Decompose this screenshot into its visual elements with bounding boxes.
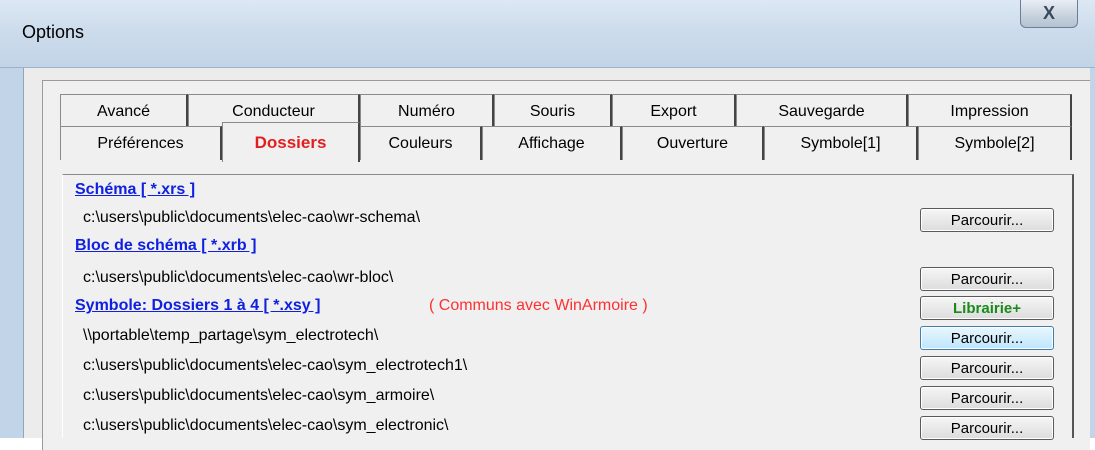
tab-symbole-2[interactable]: Symbole[2] <box>918 126 1072 160</box>
window-frame-right <box>1090 68 1095 438</box>
tab-ouverture[interactable]: Ouverture <box>622 126 764 160</box>
tab-label: Sauvegarde <box>778 102 865 120</box>
tab-label: Numéro <box>398 102 455 120</box>
tab-dossiers[interactable]: Dossiers <box>222 122 360 162</box>
path-schema: c:\users\public\documents\elec-cao\wr-sc… <box>83 209 421 226</box>
section-title-symbole[interactable]: Symbole: Dossiers 1 à 4 [ *.xsy ] <box>75 297 320 315</box>
browse-schema-button[interactable]: Parcourir... <box>920 208 1054 232</box>
tab-sauvegarde[interactable]: Sauvegarde <box>736 94 908 128</box>
window-title: Options <box>22 22 85 42</box>
tab-preferences[interactable]: Préférences <box>60 126 222 160</box>
tab-numero[interactable]: Numéro <box>360 94 494 128</box>
tab-label: Dossiers <box>254 132 327 152</box>
tab-label: Affichage <box>518 134 585 152</box>
path-bloc: c:\users\public\documents\elec-cao\wr-bl… <box>83 269 394 286</box>
browse-symbole-4-button[interactable]: Parcourir... <box>920 416 1054 440</box>
common-note: ( Communs avec WinArmoire ) <box>429 297 648 314</box>
browse-symbole-1-button[interactable]: Parcourir... <box>920 326 1054 350</box>
path-symbole-2: c:\users\public\documents\elec-cao\sym_e… <box>83 357 468 374</box>
tab-affichage[interactable]: Affichage <box>482 126 622 160</box>
tab-avance[interactable]: Avancé <box>60 94 188 128</box>
tab-souris[interactable]: Souris <box>494 94 612 128</box>
title-bar: Options X <box>0 0 1095 68</box>
browse-symbole-2-button[interactable]: Parcourir... <box>920 356 1054 380</box>
tab-label: Couleurs <box>388 134 453 152</box>
path-symbole-1: \\portable\temp_partage\sym_electrotech\ <box>83 327 379 344</box>
path-symbole-3: c:\users\public\documents\elec-cao\sym_a… <box>83 387 435 404</box>
tab-couleurs[interactable]: Couleurs <box>360 126 482 160</box>
close-icon: X <box>1042 3 1055 23</box>
tab-label: Impression <box>950 102 1029 120</box>
window-frame-left <box>0 68 24 438</box>
tab-label: Conducteur <box>232 102 315 120</box>
browse-bloc-button[interactable]: Parcourir... <box>920 267 1054 291</box>
tab-label: Préférences <box>97 134 184 152</box>
tab-export[interactable]: Export <box>612 94 736 128</box>
close-button[interactable]: X <box>1020 0 1078 28</box>
tab-label: Symbole[2] <box>954 134 1035 152</box>
tab-label: Symbole[1] <box>800 134 881 152</box>
tab-label: Souris <box>529 102 576 120</box>
tab-label: Ouverture <box>656 134 729 152</box>
dossiers-panel: Schéma [ *.xrs ] c:\users\public\documen… <box>62 174 1074 440</box>
browse-symbole-3-button[interactable]: Parcourir... <box>920 386 1054 410</box>
path-symbole-4: c:\users\public\documents\elec-cao\sym_e… <box>83 417 449 434</box>
tab-label: Avancé <box>96 102 151 120</box>
section-title-bloc[interactable]: Bloc de schéma [ *.xrb ] <box>75 237 256 255</box>
library-plus-button[interactable]: Librairie+ <box>920 296 1054 320</box>
section-title-schema[interactable]: Schéma [ *.xrs ] <box>75 181 195 199</box>
tab-label: Export <box>650 102 697 120</box>
tab-symbole-1[interactable]: Symbole[1] <box>764 126 918 160</box>
tab-impression[interactable]: Impression <box>908 94 1072 128</box>
